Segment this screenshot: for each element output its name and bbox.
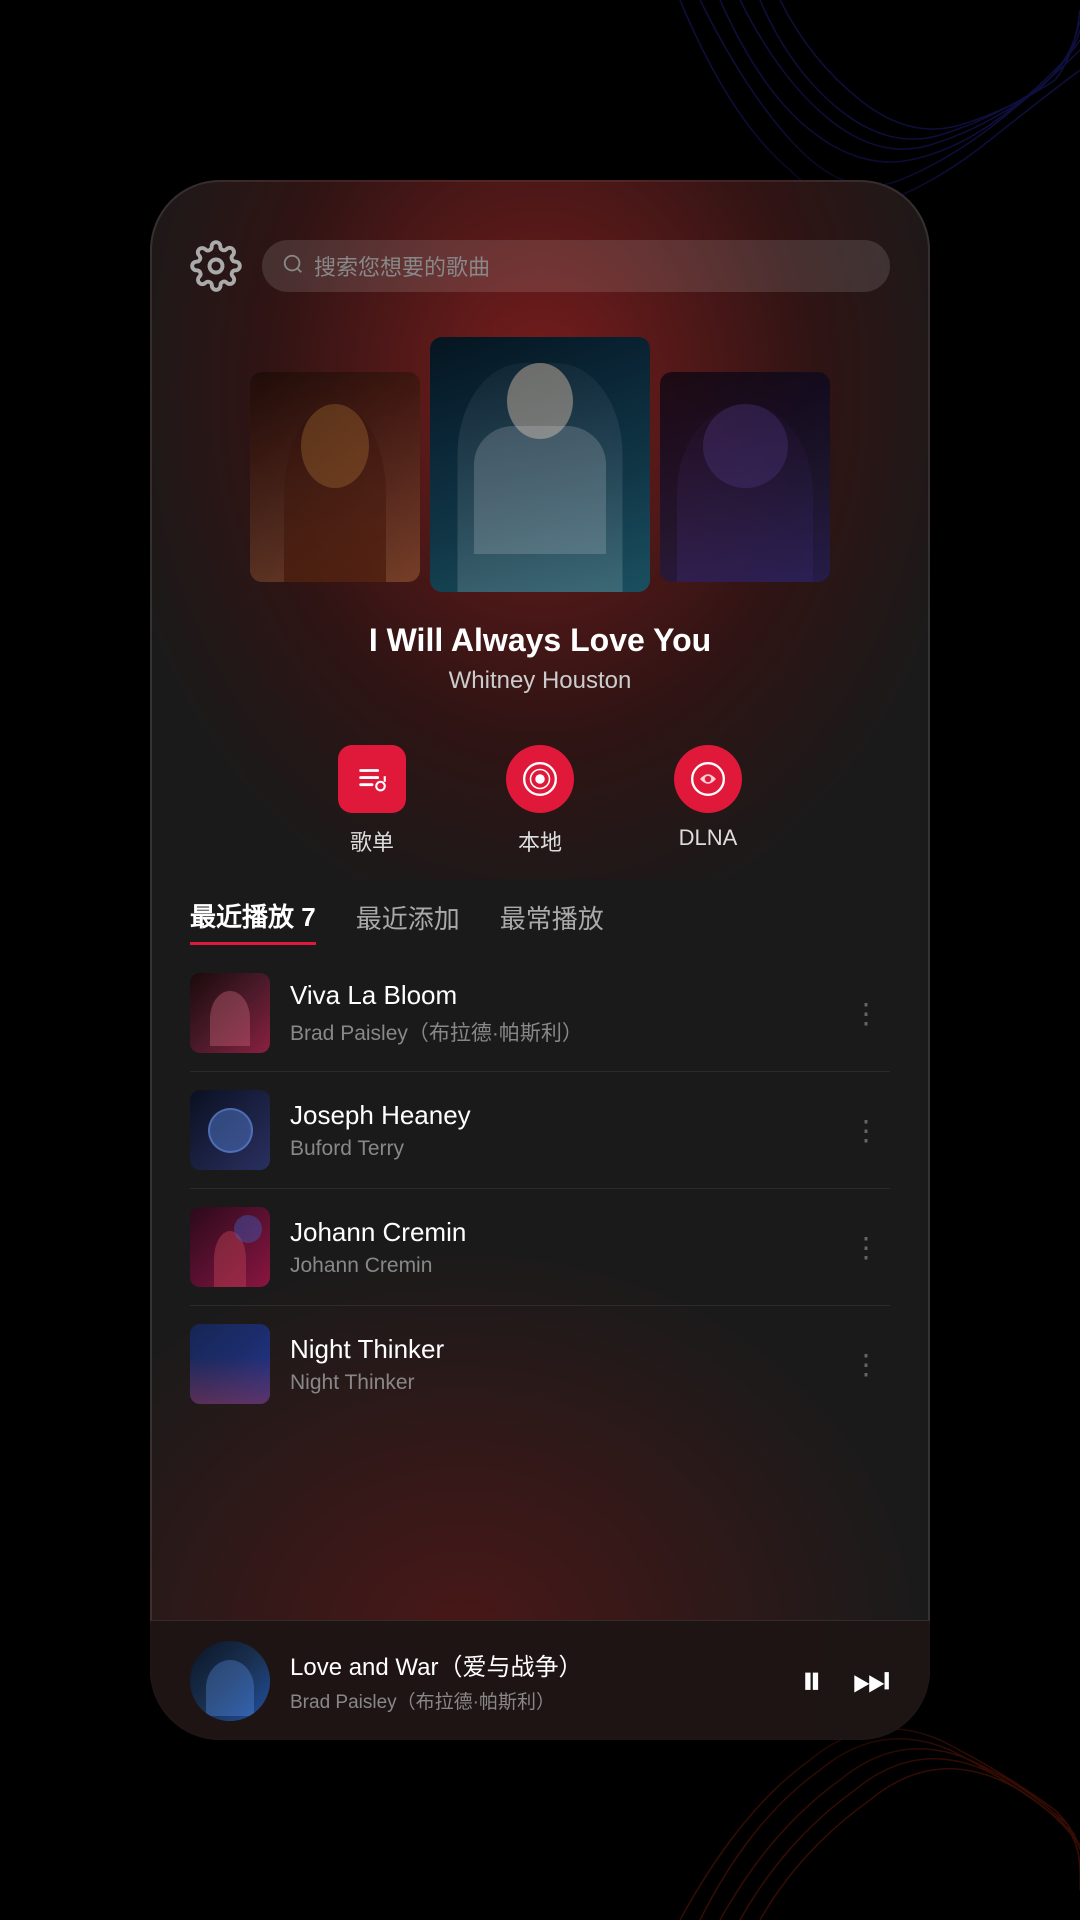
search-placeholder: 搜索您想要的歌曲 xyxy=(314,250,490,282)
tabs-bar: 最近播放 7 最近添加 最常播放 xyxy=(150,887,930,945)
featured-song-info: I Will Always Love You Whitney Houston xyxy=(150,612,930,725)
playlist-label: 歌单 xyxy=(350,825,394,857)
np-controls: ⏸ ⏭ xyxy=(801,1656,890,1705)
pause-button[interactable]: ⏸ xyxy=(801,1656,822,1705)
phone-content: 搜索您想要的歌曲 xyxy=(150,180,930,1740)
np-title: Love and War（爱与战争） xyxy=(290,1647,781,1682)
track-name-4: Night Thinker xyxy=(290,1334,822,1365)
track-menu-2[interactable]: ⋮ xyxy=(842,1104,890,1157)
album-card-left[interactable] xyxy=(250,372,420,582)
track-item[interactable]: Joseph Heaney Buford Terry ⋮ xyxy=(150,1072,930,1188)
track-menu-3[interactable]: ⋮ xyxy=(842,1221,890,1274)
phone-device: 搜索您想要的歌曲 xyxy=(150,180,930,1740)
track-artist-2: Buford Terry xyxy=(290,1137,822,1161)
track-thumb-4 xyxy=(190,1324,270,1404)
local-label: 本地 xyxy=(518,825,562,857)
np-album-thumb xyxy=(190,1641,270,1721)
nav-icons: 歌单 本地 xyxy=(150,725,930,887)
track-menu-4[interactable]: ⋮ xyxy=(842,1338,890,1391)
search-icon xyxy=(282,253,304,280)
track-artist-1: Brad Paisley（布拉德·帕斯利） xyxy=(290,1017,822,1047)
track-name-2: Joseph Heaney xyxy=(290,1100,822,1131)
track-thumb-3 xyxy=(190,1207,270,1287)
track-artist-4: Night Thinker xyxy=(290,1371,822,1395)
track-item[interactable]: Johann Cremin Johann Cremin ⋮ xyxy=(150,1189,930,1305)
track-item[interactable]: Viva La Bloom Brad Paisley（布拉德·帕斯利） ⋮ xyxy=(150,955,930,1071)
nav-local[interactable]: 本地 xyxy=(506,745,574,857)
dlna-icon-bg xyxy=(674,745,742,813)
playlist-icon-bg xyxy=(338,745,406,813)
tab-added[interactable]: 最近添加 xyxy=(356,899,460,944)
track-menu-1[interactable]: ⋮ xyxy=(842,987,890,1040)
album-card-right[interactable] xyxy=(660,372,830,582)
track-info-2: Joseph Heaney Buford Terry xyxy=(290,1100,822,1161)
dlna-label: DLNA xyxy=(679,825,738,851)
featured-song-title: I Will Always Love You xyxy=(150,622,930,659)
np-artist: Brad Paisley（布拉德·帕斯利） xyxy=(290,1687,781,1714)
track-item[interactable]: Night Thinker Night Thinker ⋮ xyxy=(150,1306,930,1422)
track-info-4: Night Thinker Night Thinker xyxy=(290,1334,822,1395)
tab-recent[interactable]: 最近播放 7 xyxy=(190,897,316,945)
track-artist-3: Johann Cremin xyxy=(290,1254,822,1278)
nav-dlna[interactable]: DLNA xyxy=(674,745,742,857)
album-carousel xyxy=(150,312,930,612)
settings-button[interactable] xyxy=(190,240,242,292)
track-info-1: Viva La Bloom Brad Paisley（布拉德·帕斯利） xyxy=(290,980,822,1047)
album-card-center[interactable] xyxy=(430,337,650,592)
track-thumb-2 xyxy=(190,1090,270,1170)
local-icon-bg xyxy=(506,745,574,813)
next-button[interactable]: ⏭ xyxy=(852,1656,890,1705)
track-info-3: Johann Cremin Johann Cremin xyxy=(290,1217,822,1278)
featured-song-artist: Whitney Houston xyxy=(150,667,930,695)
track-thumb-1 xyxy=(190,973,270,1053)
nav-playlist[interactable]: 歌单 xyxy=(338,745,406,857)
search-bar[interactable]: 搜索您想要的歌曲 xyxy=(262,240,890,292)
track-name-1: Viva La Bloom xyxy=(290,980,822,1011)
track-name-3: Johann Cremin xyxy=(290,1217,822,1248)
app-header: 搜索您想要的歌曲 xyxy=(150,180,930,312)
now-playing-bar[interactable]: Love and War（爱与战争） Brad Paisley（布拉德·帕斯利）… xyxy=(150,1620,930,1740)
track-list: Viva La Bloom Brad Paisley（布拉德·帕斯利） ⋮ Jo… xyxy=(150,945,930,1620)
tab-most[interactable]: 最常播放 xyxy=(500,899,604,944)
np-song-info: Love and War（爱与战争） Brad Paisley（布拉德·帕斯利） xyxy=(290,1647,781,1714)
